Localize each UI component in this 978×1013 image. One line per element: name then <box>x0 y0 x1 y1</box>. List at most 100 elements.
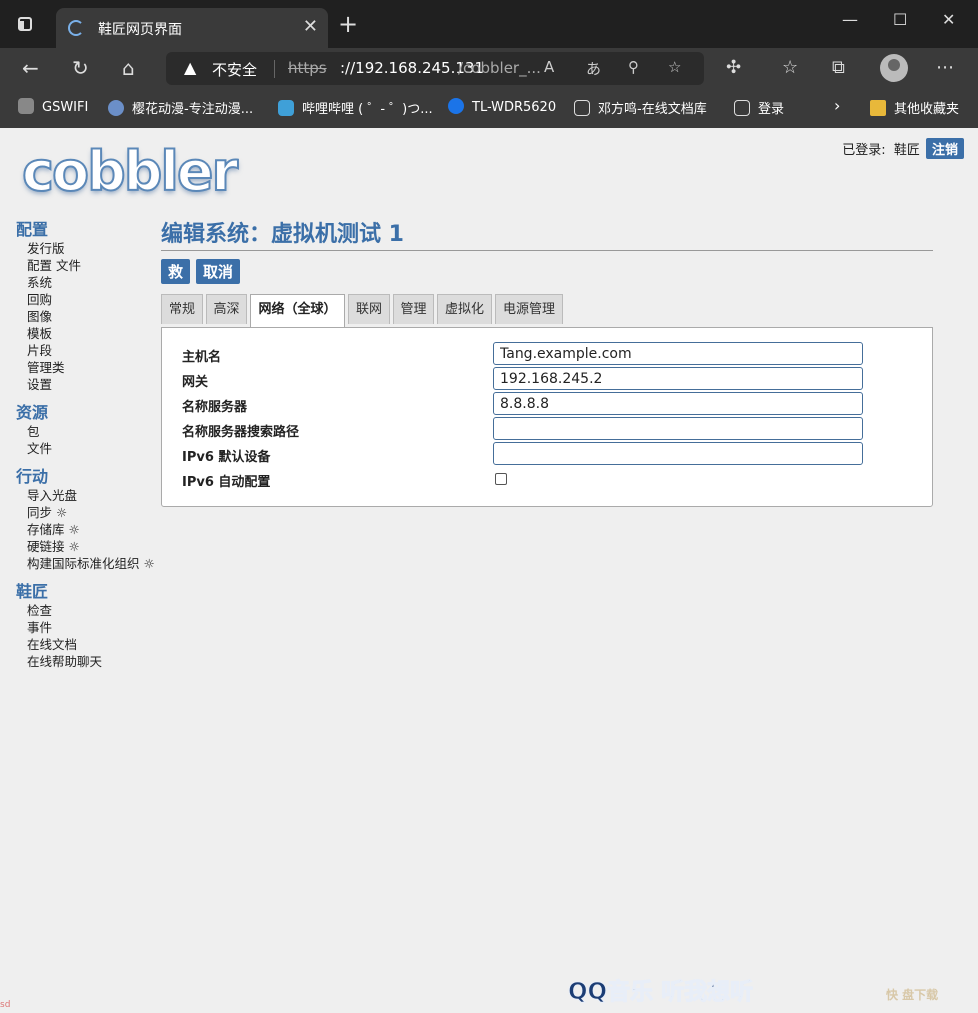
nameservers-label: 名称服务器 <box>182 400 248 415</box>
main-content: 编辑系统：虚拟机测试 1 救取消 常规 高深 网络（全球） 联网 管理 虚拟化 … <box>161 216 933 507</box>
extensions-icon[interactable]: ✣ <box>726 57 741 78</box>
zoom-icon[interactable]: ⚲ <box>628 58 639 76</box>
insecure-label[interactable]: 不安全 <box>212 59 257 80</box>
sidebar-item-online-docs[interactable]: 在线文档 <box>27 636 166 653</box>
form-row-gateway: 网关 <box>182 367 882 392</box>
sidebar-section-actions: 行动 <box>16 467 49 486</box>
close-window-icon[interactable]: ✕ <box>942 10 955 29</box>
wifi-icon <box>18 98 34 114</box>
form-row-hostname: 主机名 <box>182 342 882 367</box>
gateway-input[interactable] <box>493 367 863 390</box>
action-buttons: 救取消 <box>161 259 933 284</box>
sidebar-item-profiles[interactable]: 配置 文件 <box>27 257 166 274</box>
warning-icon[interactable]: ▲ <box>184 58 196 77</box>
tab-networking[interactable]: 联网 <box>348 294 390 324</box>
sidebar-item-hardlink[interactable]: 硬链接 ☼ <box>27 538 166 555</box>
bookmark-item[interactable]: GSWIFI <box>18 98 88 115</box>
tab-general[interactable]: 常规 <box>161 294 203 324</box>
ipv6-autoconfig-label: IPv6 自动配置 <box>182 475 271 490</box>
form-row-ipv6-device: IPv6 默认设备 <box>182 442 882 467</box>
chevron-right-icon[interactable]: › <box>834 96 840 115</box>
corner-watermark: sd <box>0 1000 11 1010</box>
bookmark-item[interactable]: 邓方鸣-在线文档库 <box>574 98 707 117</box>
tab-actions-icon[interactable] <box>18 17 32 31</box>
sidebar-section-cobbler: 鞋匠 <box>16 582 49 601</box>
sidebar-item-images[interactable]: 图像 <box>27 308 166 325</box>
sidebar-item-reposync[interactable]: 存储库 ☼ <box>27 521 166 538</box>
bookmark-item[interactable]: TL-WDR5620 <box>448 98 556 115</box>
reload-icon[interactable]: ↻ <box>72 56 89 80</box>
browser-tab[interactable]: 鞋匠网页界面 ✕ <box>56 8 328 48</box>
page-title: 编辑系统：虚拟机测试 1 <box>161 216 933 251</box>
sidebar-item-settings[interactable]: 设置 <box>27 376 166 393</box>
gateway-label: 网关 <box>182 375 209 390</box>
sidebar-item-check[interactable]: 检查 <box>27 602 166 619</box>
sidebar-item-repos[interactable]: 回购 <box>27 291 166 308</box>
tab-advanced[interactable]: 高深 <box>206 294 247 324</box>
favorite-icon[interactable]: ☆ <box>668 58 681 76</box>
bilibili-icon <box>278 100 294 116</box>
tab-power-management[interactable]: 电源管理 <box>495 294 563 324</box>
bookmark-folder[interactable]: 其他收藏夹 <box>870 98 959 117</box>
cancel-button[interactable]: 取消 <box>196 259 241 284</box>
sidebar-item-packages[interactable]: 包 <box>27 423 166 440</box>
collections-icon[interactable]: ⧉ <box>832 57 845 78</box>
sidebar-item-sync[interactable]: 同步 ☼ <box>27 504 166 521</box>
sidebar-item-templates[interactable]: 模板 <box>27 325 166 342</box>
url-path: /cobbler_... <box>458 59 541 77</box>
bookmark-item[interactable]: 樱花动漫-专注动漫... <box>108 98 253 117</box>
sidebar-section-config: 配置 <box>16 220 49 239</box>
tab-management[interactable]: 管理 <box>393 294 434 324</box>
form-panel: 主机名 网关 名称服务器 名称服务器搜索路径 IPv6 默认设备 IPv6 自动… <box>161 327 933 507</box>
sidebar-item-mgmtclasses[interactable]: 管理类 <box>27 359 166 376</box>
address-separator <box>274 60 275 78</box>
sidebar-section-resources: 资源 <box>16 403 49 422</box>
nameservers-input[interactable] <box>493 392 863 415</box>
sidebar-item-import-dvd[interactable]: 导入光盘 <box>27 487 166 504</box>
sidebar-item-snippets[interactable]: 片段 <box>27 342 166 359</box>
login-status: 已登录: 鞋匠 注销 <box>842 138 964 159</box>
ipv6-device-input[interactable] <box>493 442 863 465</box>
page-icon <box>734 100 750 116</box>
music-watermark: QQ音乐 听我想听 <box>567 979 754 1006</box>
address-bar[interactable]: ▲ 不安全 https ://192.168.245.131 /cobbler_… <box>166 52 704 85</box>
new-tab-icon[interactable]: + <box>338 10 358 38</box>
ipv6-autoconfig-checkbox[interactable] <box>495 473 507 485</box>
loading-icon <box>68 20 84 36</box>
tab-title: 鞋匠网页界面 <box>98 22 182 38</box>
sidebar-item-events[interactable]: 事件 <box>27 619 166 636</box>
bookmark-item[interactable]: 哔哩哔哩 ( ゜- ゜)つ... <box>278 98 433 117</box>
bookmarks-bar: GSWIFI 樱花动漫-专注动漫... 哔哩哔哩 ( ゜- ゜)つ... TL-… <box>0 90 978 129</box>
username: 鞋匠 <box>893 143 920 158</box>
bookmark-item[interactable]: 登录 <box>734 98 784 117</box>
home-icon[interactable]: ⌂ <box>122 56 135 80</box>
more-icon[interactable]: ⋯ <box>936 57 954 78</box>
tab-networking-global[interactable]: 网络（全球） <box>250 294 345 327</box>
sidebar-item-online-chat[interactable]: 在线帮助聊天 <box>27 653 166 670</box>
favorites-icon[interactable]: ☆ <box>782 57 798 78</box>
logged-in-label: 已登录: <box>842 143 886 158</box>
save-button[interactable]: 救 <box>161 259 191 284</box>
read-aloud-icon[interactable]: A <box>544 58 554 76</box>
folder-icon <box>870 100 886 116</box>
page-icon <box>574 100 590 116</box>
sidebar-item-distros[interactable]: 发行版 <box>27 240 166 257</box>
url-scheme: https <box>288 59 327 77</box>
search-path-input[interactable] <box>493 417 863 440</box>
maximize-icon[interactable]: ☐ <box>893 10 907 29</box>
tab-virtualization[interactable]: 虚拟化 <box>437 294 492 324</box>
sidebar-item-build-iso[interactable]: 构建国际标准化组织 ☼ <box>27 555 166 572</box>
minimize-icon[interactable]: — <box>842 10 858 29</box>
browser-tab-bar: 鞋匠网页界面 ✕ + — ☐ ✕ <box>0 0 978 48</box>
logout-button[interactable]: 注销 <box>925 138 964 159</box>
sidebar-item-systems[interactable]: 系统 <box>27 274 166 291</box>
back-icon[interactable]: ← <box>22 56 39 80</box>
page-content: cobbler 已登录: 鞋匠 注销 配置 发行版 配置 文件 系统 回购 图像… <box>0 128 978 1013</box>
search-path-label: 名称服务器搜索路径 <box>182 425 300 440</box>
profile-avatar[interactable] <box>880 54 908 82</box>
router-icon <box>448 98 464 114</box>
close-tab-icon[interactable]: ✕ <box>303 16 318 37</box>
sidebar-item-files[interactable]: 文件 <box>27 440 166 457</box>
translate-icon[interactable]: あ <box>586 58 601 79</box>
hostname-input[interactable] <box>493 342 863 365</box>
